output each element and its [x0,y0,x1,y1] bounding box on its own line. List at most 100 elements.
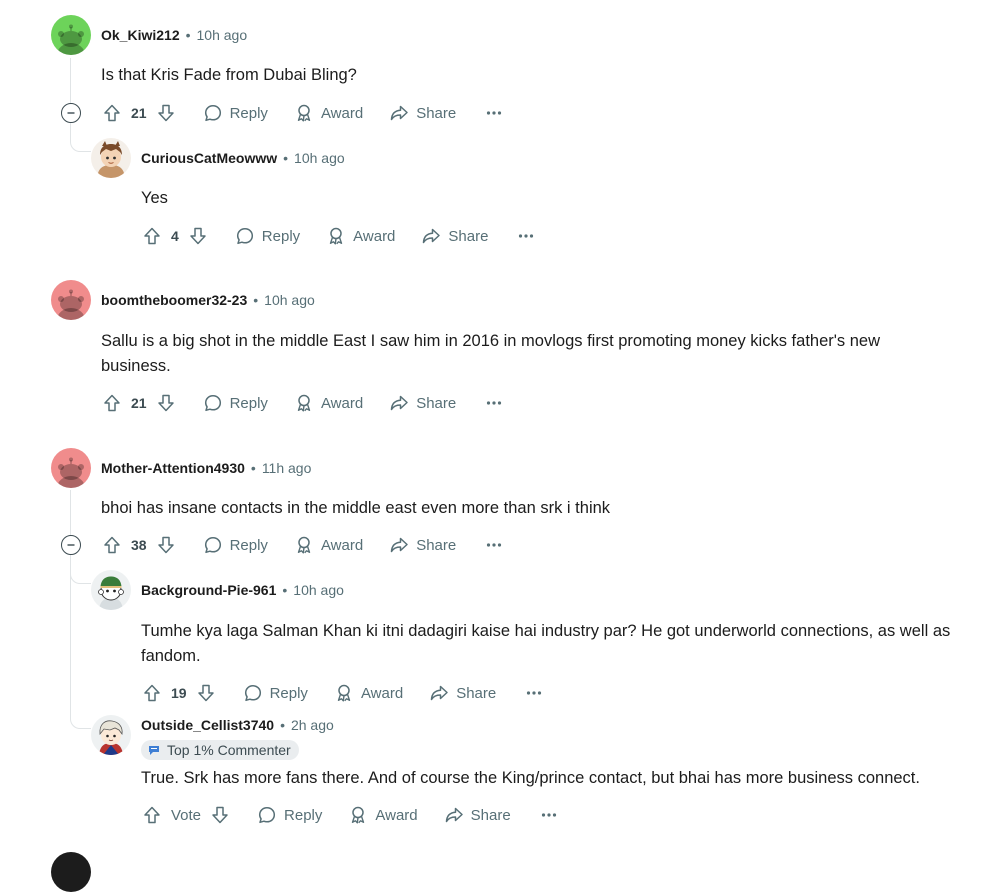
reply-button[interactable]: Reply [203,103,268,123]
more-options-button[interactable] [482,535,506,555]
downvote-button[interactable] [155,534,177,556]
timestamp[interactable]: 2h ago [291,717,334,733]
separator-dot: • [280,717,285,733]
avatar[interactable] [51,15,91,55]
share-button[interactable]: Share [444,805,511,825]
more-options-button[interactable] [522,683,546,703]
more-options-button[interactable] [537,805,561,825]
award-button[interactable]: Award [294,103,363,123]
upvote-icon [102,103,122,123]
timestamp[interactable]: 11h ago [262,460,312,476]
downvote-button[interactable] [195,682,217,704]
award-label: Award [320,104,364,122]
share-label: Share [456,684,497,702]
reply-button[interactable]: Reply [243,683,308,703]
share-button[interactable]: Share [429,683,496,703]
share-label: Share [416,536,457,554]
comment-header: CuriousCatMeowww • 10h ago [141,150,345,166]
more-options-button[interactable] [482,393,506,413]
separator-dot: • [282,582,288,598]
vote-count: 19 [171,685,187,701]
upvote-button[interactable] [101,534,123,556]
share-button[interactable]: Share [389,535,456,555]
upvote-button[interactable] [101,392,123,414]
more-options-button[interactable] [514,226,538,246]
timestamp[interactable]: 10h ago [294,150,345,166]
award-label: Award [360,684,404,702]
comment-actions: 19 Reply Award Share [141,678,546,708]
username[interactable]: Mother-Attention4930 [101,460,245,476]
username[interactable]: Ok_Kiwi212 [101,27,180,43]
reply-icon [243,683,263,703]
more-icon [484,393,504,413]
share-label: Share [470,806,511,824]
avatar[interactable] [91,715,131,755]
collapse-thread-button[interactable] [61,103,81,123]
award-icon [294,393,314,413]
share-button[interactable]: Share [421,226,488,246]
comment-text: Sallu is a big shot in the middle East I… [101,332,881,375]
reply-label: Reply [229,394,268,412]
thread-connector [70,123,91,152]
upvote-button[interactable] [141,804,163,826]
thread-line [70,490,71,535]
username[interactable]: CuriousCatMeowww [141,150,277,166]
upvote-button[interactable] [141,225,163,247]
award-icon [348,805,368,825]
share-button[interactable]: Share [389,103,456,123]
downvote-button[interactable] [187,225,209,247]
separator-dot: • [250,460,256,476]
downvote-icon [156,535,176,555]
downvote-button[interactable] [155,102,177,124]
username[interactable]: boomtheboomer32-23 [101,292,247,308]
downvote-icon [156,103,176,123]
more-icon [516,226,536,246]
award-button[interactable]: Award [294,535,363,555]
timestamp[interactable]: 10h ago [197,27,248,43]
avatar[interactable] [51,852,91,892]
reply-label: Reply [284,806,323,824]
award-button[interactable]: Award [348,805,418,825]
timestamp[interactable]: 10h ago [264,292,315,308]
more-icon [539,805,559,825]
avatar[interactable] [91,570,131,610]
reply-label: Reply [269,684,308,702]
timestamp[interactable]: 10h ago [293,582,344,598]
username[interactable]: Background-Pie-961 [141,582,276,598]
award-label: Award [375,806,418,824]
award-button[interactable]: Award [326,226,395,246]
upvote-button[interactable] [141,682,163,704]
share-icon [389,535,409,555]
award-button[interactable]: Award [334,683,403,703]
comment-text: True. Srk has more fans there. And of co… [141,769,920,787]
comment-actions: 21 Reply Award Share [101,98,506,128]
reply-button[interactable]: Reply [203,393,268,413]
upvote-button[interactable] [101,102,123,124]
reply-button[interactable]: Reply [257,805,322,825]
more-options-button[interactable] [482,103,506,123]
avatar[interactable] [51,448,91,488]
username[interactable]: Outside_Cellist3740 [141,717,274,733]
separator-dot: • [283,150,289,166]
reply-button[interactable]: Reply [235,226,300,246]
vote-count: 38 [131,537,147,553]
downvote-button[interactable] [155,392,177,414]
reply-button[interactable]: Reply [203,535,268,555]
avatar[interactable] [51,280,91,320]
comment-actions: Vote Reply Award Share [141,800,561,830]
upvote-icon [142,226,162,246]
share-icon [429,683,449,703]
share-label: Share [416,104,457,122]
collapse-thread-button[interactable] [61,535,81,555]
downvote-button[interactable] [209,804,231,826]
thread-connector [70,700,91,729]
award-label: Award [320,536,364,554]
comment-header: Outside_Cellist3740 • 2h ago [141,717,334,733]
award-button[interactable]: Award [294,393,363,413]
thread-line [70,58,71,103]
comment-header: Background-Pie-961 • 10h ago [141,582,344,598]
avatar[interactable] [91,138,131,178]
award-icon [294,535,314,555]
share-button[interactable]: Share [389,393,456,413]
share-label: Share [416,394,457,412]
